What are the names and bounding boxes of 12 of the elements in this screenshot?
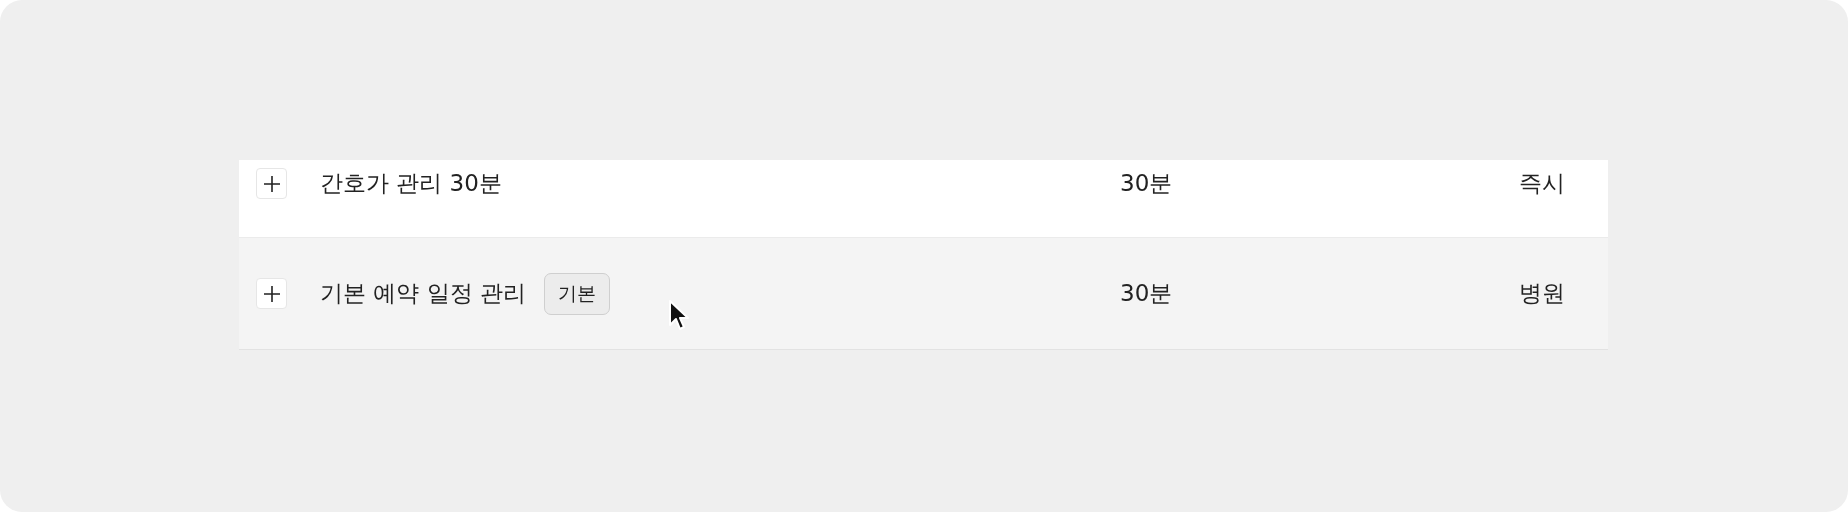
table-cell-text: 30분 bbox=[1120, 169, 1174, 198]
table-cell-text: 30분 bbox=[1120, 279, 1174, 308]
table-cell-text: 즉시 bbox=[1519, 169, 1566, 198]
row-name: 간호가 관리 30분 bbox=[320, 169, 502, 198]
plus-icon bbox=[262, 174, 281, 193]
row-name: 기본 예약 일정 관리 bbox=[320, 279, 526, 308]
table-cell-text: 병원 bbox=[1519, 279, 1566, 308]
default-tag: 기본 bbox=[543, 272, 610, 315]
expand-button[interactable] bbox=[256, 168, 287, 199]
plus-icon bbox=[262, 284, 281, 303]
cursor-icon bbox=[668, 298, 690, 331]
expand-button[interactable] bbox=[256, 278, 287, 309]
